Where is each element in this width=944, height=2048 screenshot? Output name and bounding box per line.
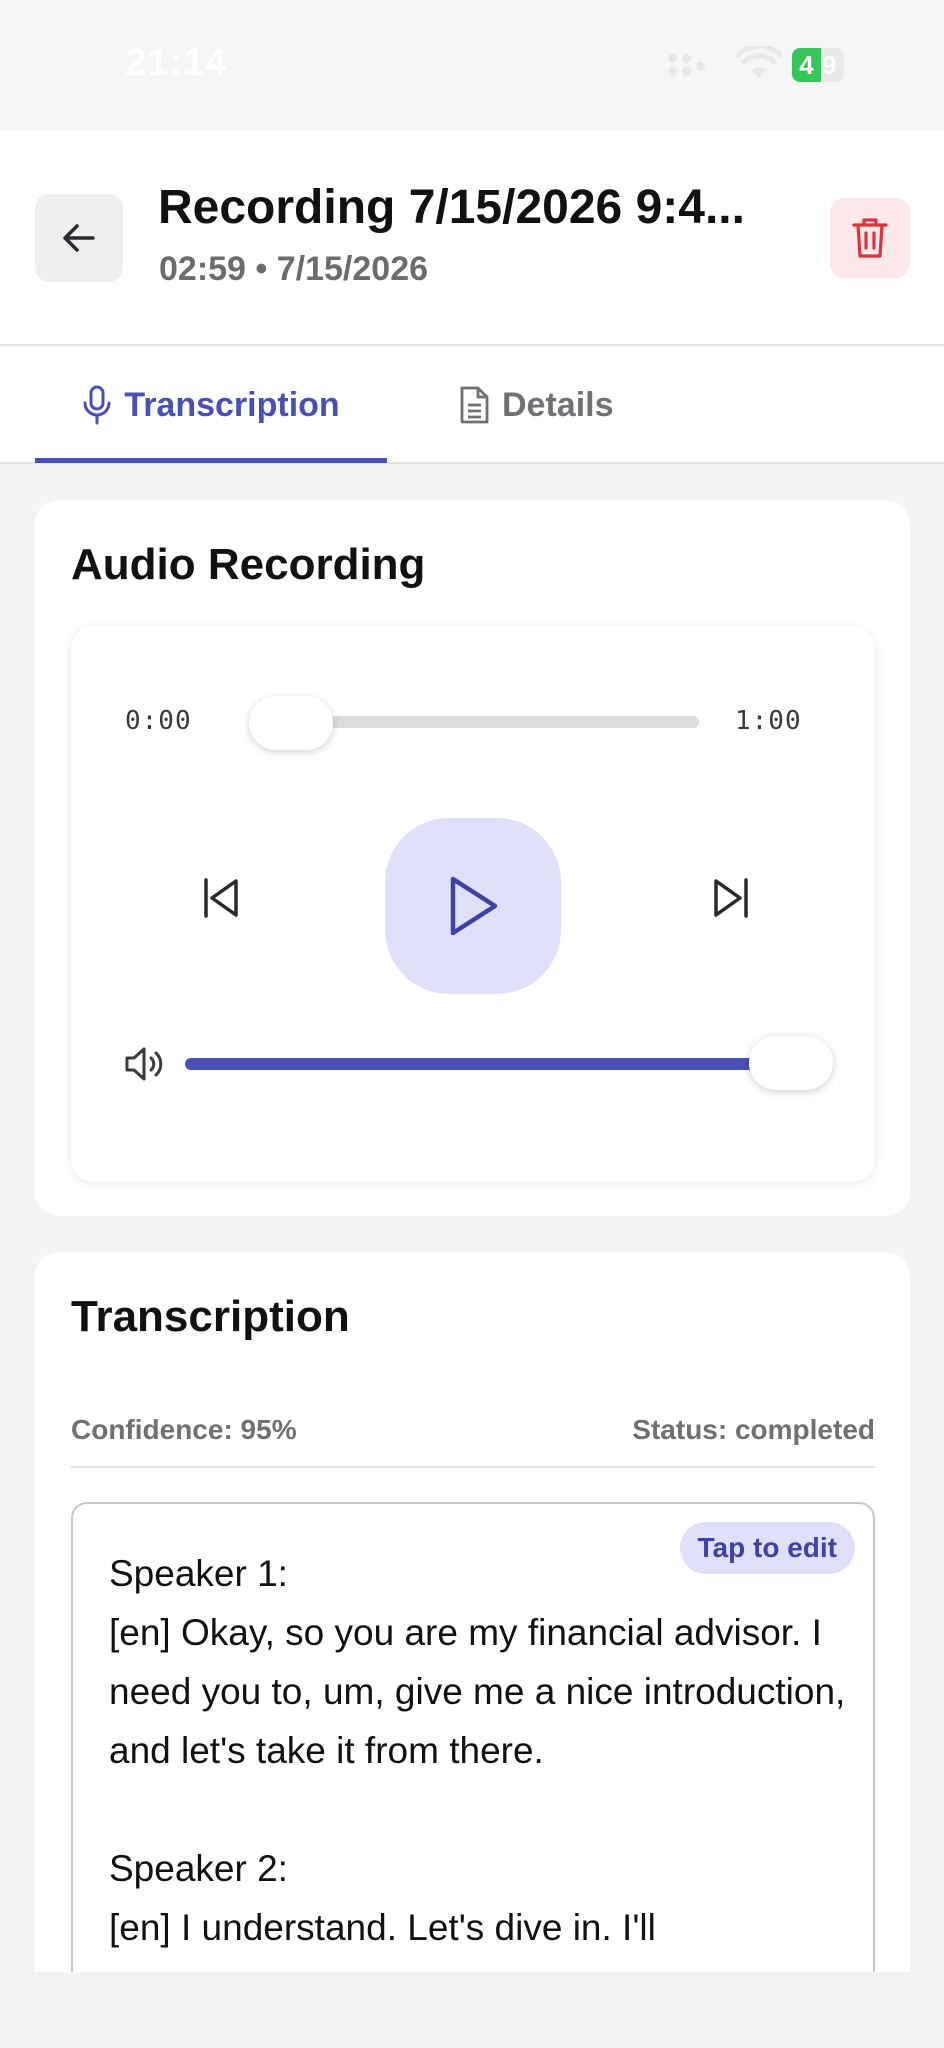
- transcription-card: Transcription Confidence: 95% Status: co…: [35, 1252, 910, 2048]
- arrow-left-icon: [63, 224, 95, 252]
- audio-player: 0:00 1:00: [71, 626, 875, 1182]
- trash-icon: [852, 218, 888, 258]
- tab-transcription-label: Transcription: [124, 385, 340, 424]
- current-time: 0:00: [125, 706, 192, 736]
- transcription-meta: Confidence: 95% Status: completed: [71, 1412, 875, 1468]
- audio-card-title: Audio Recording: [71, 540, 426, 589]
- delete-button[interactable]: [830, 198, 910, 278]
- volume-slider[interactable]: [185, 1058, 805, 1070]
- skip-back-button[interactable]: [187, 864, 255, 932]
- confidence-label: Confidence: 95%: [71, 1414, 297, 1445]
- header: Recording 7/15/2026 9:4... 02:59 • 7/15/…: [0, 130, 944, 346]
- volume-slider-fill: [185, 1058, 805, 1070]
- tap-to-edit-badge[interactable]: Tap to edit: [679, 1522, 855, 1574]
- audio-card: Audio Recording 0:00 1:00: [35, 500, 910, 1216]
- tab-details-label: Details: [502, 385, 614, 424]
- status-time: 21:14: [125, 42, 228, 84]
- transcript-text: Speaker 1: [en] Okay, so you are my fina…: [109, 1553, 846, 1948]
- tab-transcription[interactable]: Transcription: [35, 346, 387, 464]
- page-title: Recording 7/15/2026 9:4...: [158, 181, 745, 234]
- microphone-icon: [83, 385, 111, 425]
- skip-forward-icon: [714, 878, 748, 918]
- status-bar: 21:14 4 9: [0, 0, 944, 130]
- back-button[interactable]: [35, 194, 123, 282]
- cellular-signal-icon: [668, 54, 708, 78]
- play-button[interactable]: [385, 818, 561, 994]
- seek-slider-thumb[interactable]: [249, 696, 333, 750]
- active-tab-indicator: [35, 458, 387, 463]
- document-icon: [460, 386, 489, 424]
- transcript-editor[interactable]: Speaker 1: [en] Okay, so you are my fina…: [71, 1502, 875, 2048]
- tab-details[interactable]: Details: [458, 346, 614, 464]
- play-icon: [450, 876, 498, 936]
- battery-level: 4: [792, 48, 821, 82]
- duration: 1:00: [735, 706, 802, 736]
- bottom-safe-area: [0, 1972, 944, 2048]
- volume-icon: [125, 1047, 163, 1081]
- skip-forward-button[interactable]: [697, 864, 765, 932]
- wifi-icon: [736, 46, 782, 78]
- status-label: Status: completed: [632, 1414, 875, 1445]
- tab-bar: Transcription Details: [0, 346, 944, 464]
- battery-icon: 4 9: [792, 48, 844, 82]
- battery-level-rest: 9: [822, 50, 837, 80]
- volume-slider-thumb[interactable]: [749, 1036, 833, 1090]
- skip-back-icon: [204, 878, 238, 918]
- recording-meta: 02:59 • 7/15/2026: [159, 250, 429, 288]
- status-icons: 4 9: [668, 44, 868, 88]
- transcription-card-title: Transcription: [71, 1292, 350, 1341]
